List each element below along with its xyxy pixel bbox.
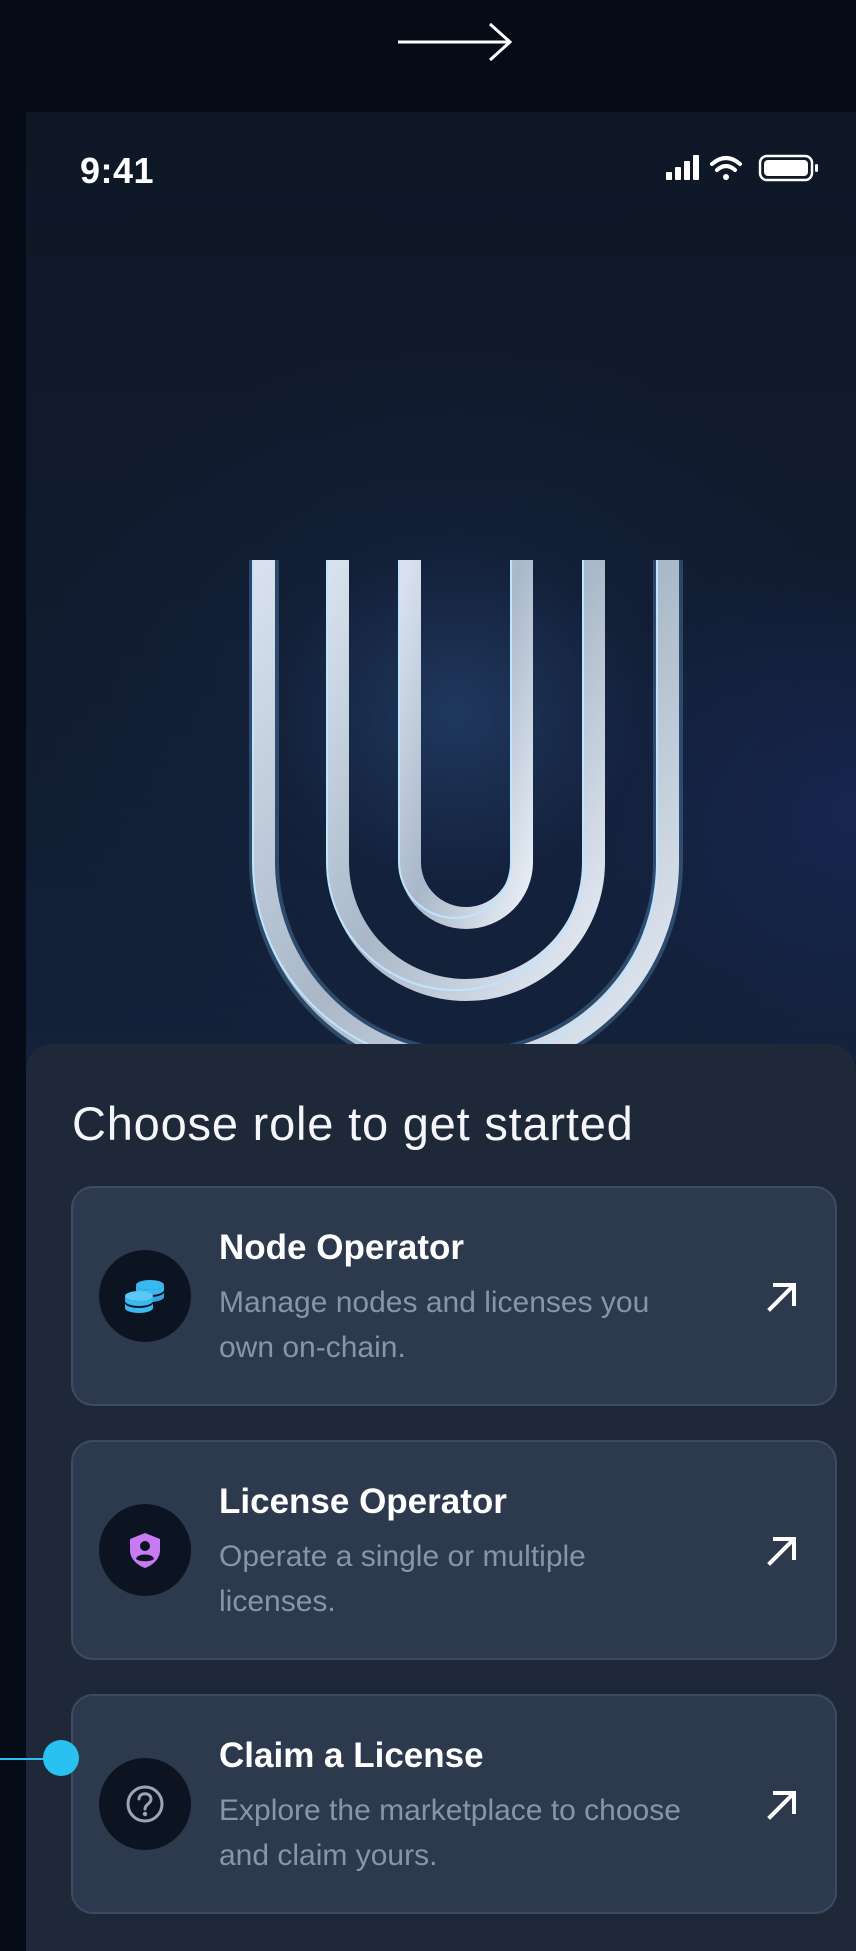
- role-title: Node Operator: [219, 1228, 465, 1267]
- role-title: License Operator: [219, 1482, 507, 1521]
- role-card-node-operator[interactable]: Node Operator Manage nodes and licenses …: [71, 1186, 837, 1406]
- phone-screen: 9:41 Choose role to get started Node Ope…: [26, 112, 856, 1951]
- wifi-icon: [710, 156, 742, 180]
- coins-stack-icon: [99, 1250, 191, 1342]
- role-description: Operate a single or multiple licenses.: [219, 1540, 586, 1618]
- role-description: Manage nodes and licenses you own on-cha…: [219, 1286, 650, 1364]
- role-selection-sheet: Choose role to get started Node Operator…: [26, 1044, 856, 1951]
- role-card-license-operator[interactable]: License Operator Operate a single or mul…: [71, 1440, 837, 1660]
- sheet-title: Choose role to get started: [72, 1097, 634, 1150]
- question-circle-icon: [99, 1758, 191, 1850]
- signal-icon: [666, 155, 699, 180]
- role-card-claim-license[interactable]: Claim a License Explore the marketplace …: [71, 1694, 837, 1914]
- arrow-up-right-icon: [767, 1283, 796, 1312]
- shield-user-icon: [99, 1504, 191, 1596]
- flow-arrow-icon: [398, 22, 513, 62]
- status-time: 9:41: [80, 150, 155, 191]
- flow-connector-dot: [43, 1740, 79, 1776]
- role-description: Explore the marketplace to choose and cl…: [219, 1794, 681, 1872]
- arrow-up-right-icon: [767, 1537, 796, 1566]
- role-title: Claim a License: [219, 1736, 484, 1775]
- u-logo: [249, 560, 683, 1102]
- hero-section: 9:41: [26, 112, 856, 1102]
- status-icons: [666, 154, 818, 182]
- arrow-up-right-icon: [767, 1791, 796, 1820]
- battery-icon: [758, 154, 818, 182]
